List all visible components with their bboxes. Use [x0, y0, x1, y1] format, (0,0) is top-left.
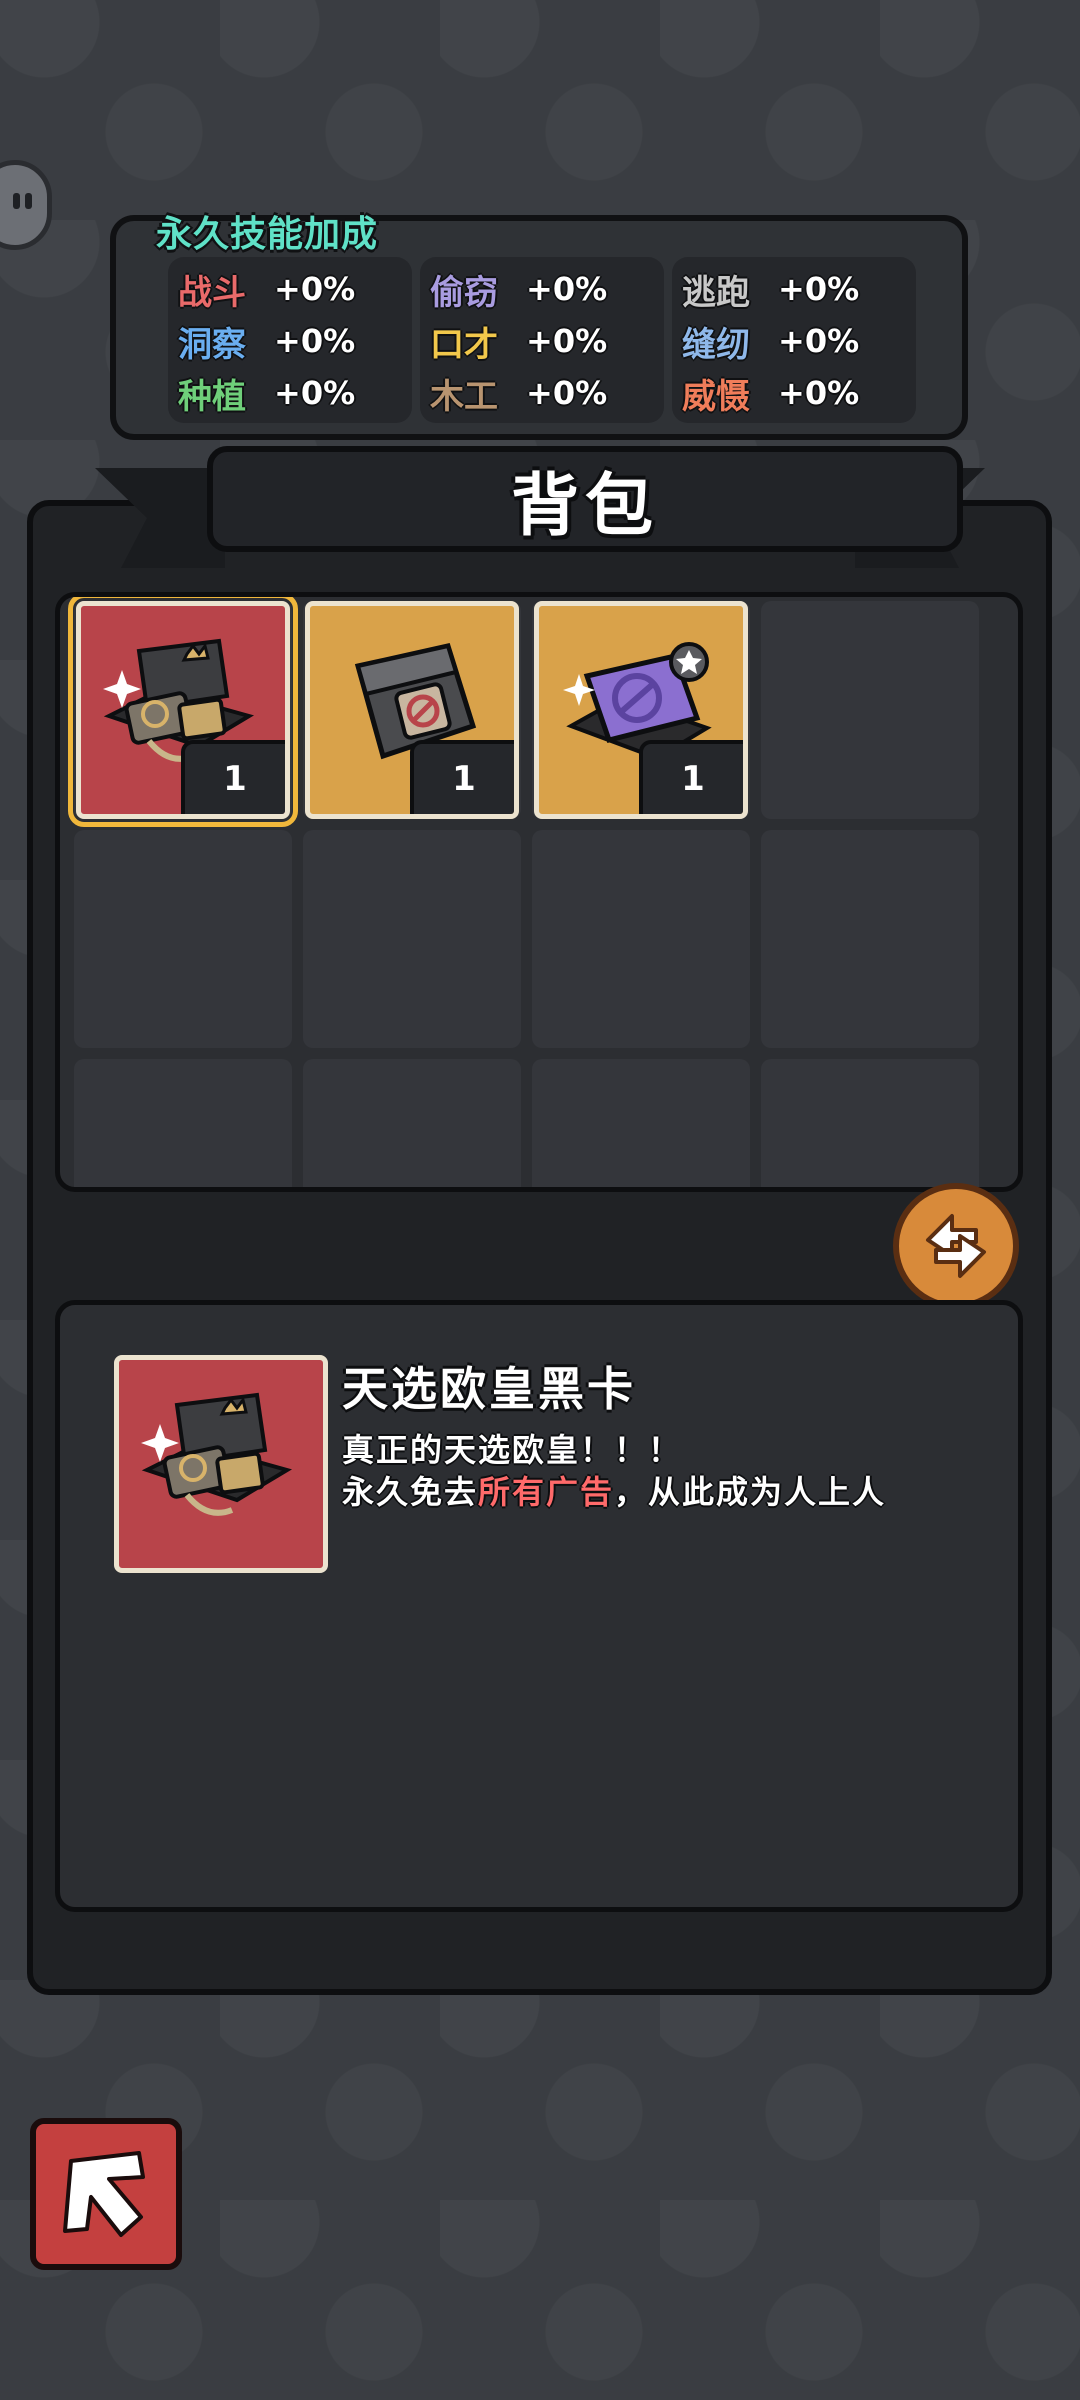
inventory-slot[interactable]	[74, 1059, 292, 1187]
skills-panel-title: 永久技能加成	[156, 214, 379, 255]
item-description-line1: 真正的天选欧皇！！！	[342, 1431, 683, 1469]
skill-value: +0%	[274, 322, 356, 360]
skill-name: 逃跑	[682, 272, 750, 313]
skill-row: 木工 +0%	[430, 367, 664, 419]
permanent-skill-panel: 永久技能加成 战斗 +0% 洞察 +0% 种植 +0% 偷窃 +0% 口才 +0% 木工 +0% 逃跑 +…	[110, 214, 968, 440]
skill-name: 威慑	[682, 376, 750, 417]
skill-value: +0%	[274, 270, 356, 308]
skill-row: 逃跑 +0%	[682, 263, 916, 315]
skill-row: 洞察 +0%	[178, 315, 412, 367]
inventory-slot[interactable]	[74, 830, 292, 1048]
skill-name: 缝纫	[682, 324, 750, 365]
inventory-slot[interactable]	[761, 830, 979, 1048]
swap-arrows-icon	[926, 1214, 986, 1278]
skill-name: 战斗	[178, 272, 246, 313]
skill-name: 洞察	[178, 324, 246, 365]
desc-line2-suffix: ，从此成为人上人	[614, 1473, 887, 1511]
desc-line2-prefix: 永久免去	[342, 1473, 479, 1511]
inventory-grid: 1 1 1	[55, 592, 1023, 1192]
item-count-badge: 1	[181, 740, 285, 814]
skill-row: 种植 +0%	[178, 367, 412, 419]
inventory-slot[interactable]	[532, 830, 750, 1048]
inventory-item[interactable]: 1	[305, 601, 519, 819]
desc-line2-highlight: 所有广告	[478, 1473, 615, 1511]
item-description-line2: 永久免去所有广告，从此成为人上人	[342, 1471, 886, 1513]
item-description: 真正的天选欧皇！！！ 永久免去所有广告，从此成为人上人	[342, 1429, 886, 1513]
bag-title: 背包	[510, 466, 659, 546]
item-count-badge: 1	[410, 740, 514, 814]
skill-name: 偷窃	[430, 272, 498, 313]
back-button[interactable]	[30, 2118, 182, 2270]
skill-value: +0%	[526, 374, 608, 412]
skill-value: +0%	[778, 270, 860, 308]
inventory-slot[interactable]	[532, 1059, 750, 1187]
side-avatar-icon[interactable]	[0, 160, 52, 250]
item-name: 天选欧皇黑卡	[342, 1362, 636, 1416]
skill-value: +0%	[778, 374, 860, 412]
inventory-slot[interactable]	[303, 1059, 521, 1187]
skills-grid: 战斗 +0% 洞察 +0% 种植 +0% 偷窃 +0% 口才 +0% 木工 +0% 逃跑 +0% 缝纫 +0%…	[168, 257, 916, 423]
skill-name: 木工	[430, 376, 498, 417]
skill-name: 口才	[430, 324, 498, 365]
back-arrow-icon	[63, 2151, 145, 2237]
skill-row: 偷窃 +0%	[430, 263, 664, 315]
backpack-screen: 永久技能加成 战斗 +0% 洞察 +0% 种植 +0% 偷窃 +0% 口才 +0% 木工 +0% 逃跑 +…	[0, 0, 1080, 2400]
selected-item-preview	[114, 1355, 328, 1573]
skill-row: 缝纫 +0%	[682, 315, 916, 367]
inventory-item[interactable]: 1	[534, 601, 748, 819]
skills-column: 战斗 +0% 洞察 +0% 种植 +0%	[168, 257, 412, 423]
item-description-panel: 天选欧皇黑卡 真正的天选欧皇！！！ 永久免去所有广告，从此成为人上人	[55, 1300, 1023, 1912]
skill-value: +0%	[274, 374, 356, 412]
ribbon-left-wing	[95, 468, 225, 568]
inventory-item[interactable]: 1	[68, 597, 298, 827]
skill-value: +0%	[526, 270, 608, 308]
inventory-slot[interactable]	[761, 1059, 979, 1187]
skills-column: 偷窃 +0% 口才 +0% 木工 +0%	[420, 257, 664, 423]
skill-row: 战斗 +0%	[178, 263, 412, 315]
skill-name: 种植	[178, 376, 246, 417]
inventory-slot[interactable]	[761, 601, 979, 819]
ribbon-center: 背包	[207, 446, 963, 552]
skill-row: 口才 +0%	[430, 315, 664, 367]
skill-row: 威慑 +0%	[682, 367, 916, 419]
skills-column: 逃跑 +0% 缝纫 +0% 威慑 +0%	[672, 257, 916, 423]
skill-value: +0%	[778, 322, 860, 360]
black-card-giftbox-icon	[141, 1392, 293, 1516]
swap-button[interactable]	[893, 1183, 1019, 1309]
item-count-badge: 1	[639, 740, 743, 814]
bag-title-ribbon: 背包	[95, 446, 985, 578]
inventory-slot[interactable]	[303, 830, 521, 1048]
skill-value: +0%	[526, 322, 608, 360]
